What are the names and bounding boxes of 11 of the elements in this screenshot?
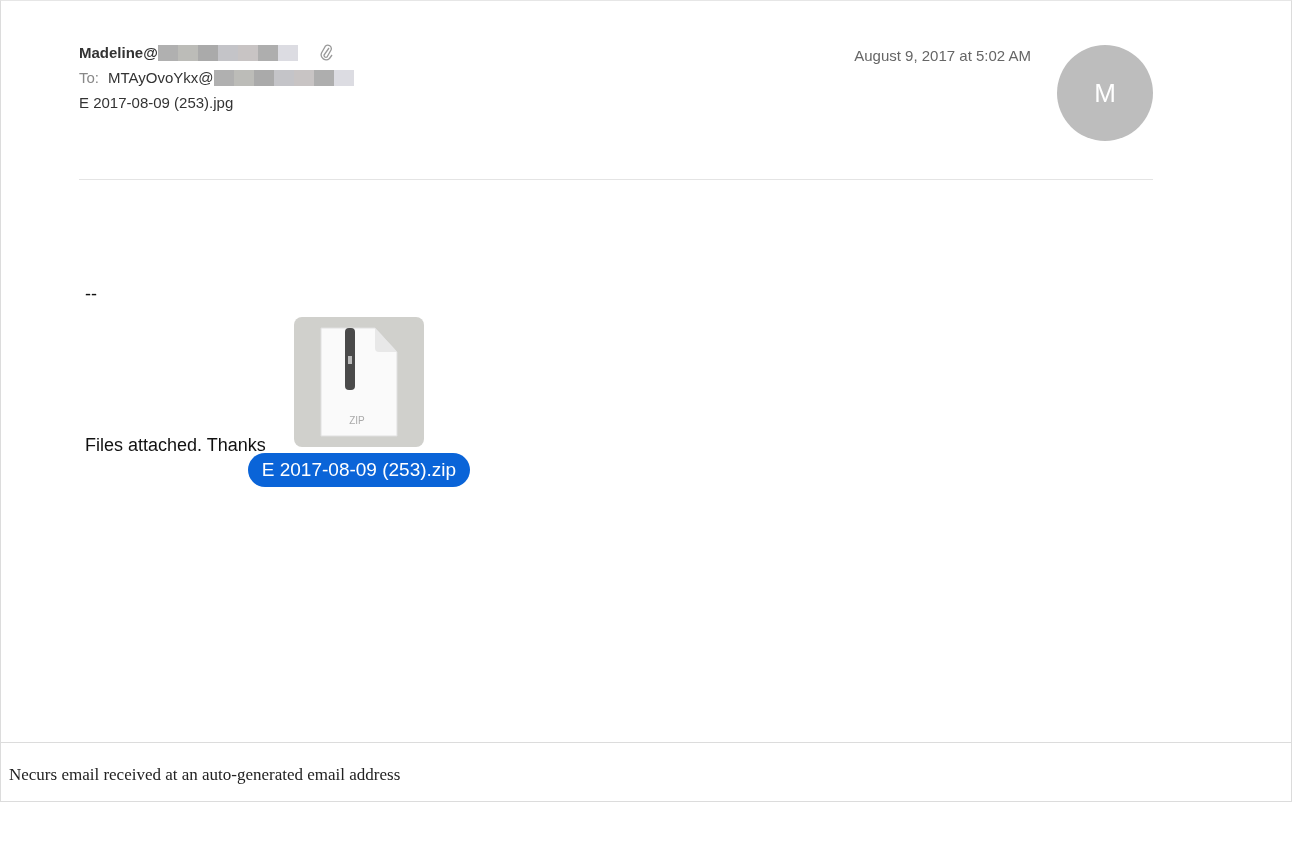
recipient-address: MTAyOvoYkx@ <box>108 69 214 86</box>
email-subject: E 2017-08-09 (253).jpg <box>79 94 234 111</box>
message-text: Files attached. Thanks <box>85 435 266 456</box>
signature-separator: -- <box>85 284 98 305</box>
sender-avatar: M <box>1057 45 1153 141</box>
figure-caption: Necurs email received at an auto-generated email address <box>8 764 402 786</box>
attachment-filename[interactable]: E 2017-08-09 (253).zip <box>247 453 471 487</box>
sender-address: Madeline@ <box>79 44 158 61</box>
email-date: August 9, 2017 at 5:02 AM <box>854 47 1031 66</box>
zip-file-icon: ZIP <box>318 326 399 438</box>
to-label: To: <box>79 69 99 86</box>
